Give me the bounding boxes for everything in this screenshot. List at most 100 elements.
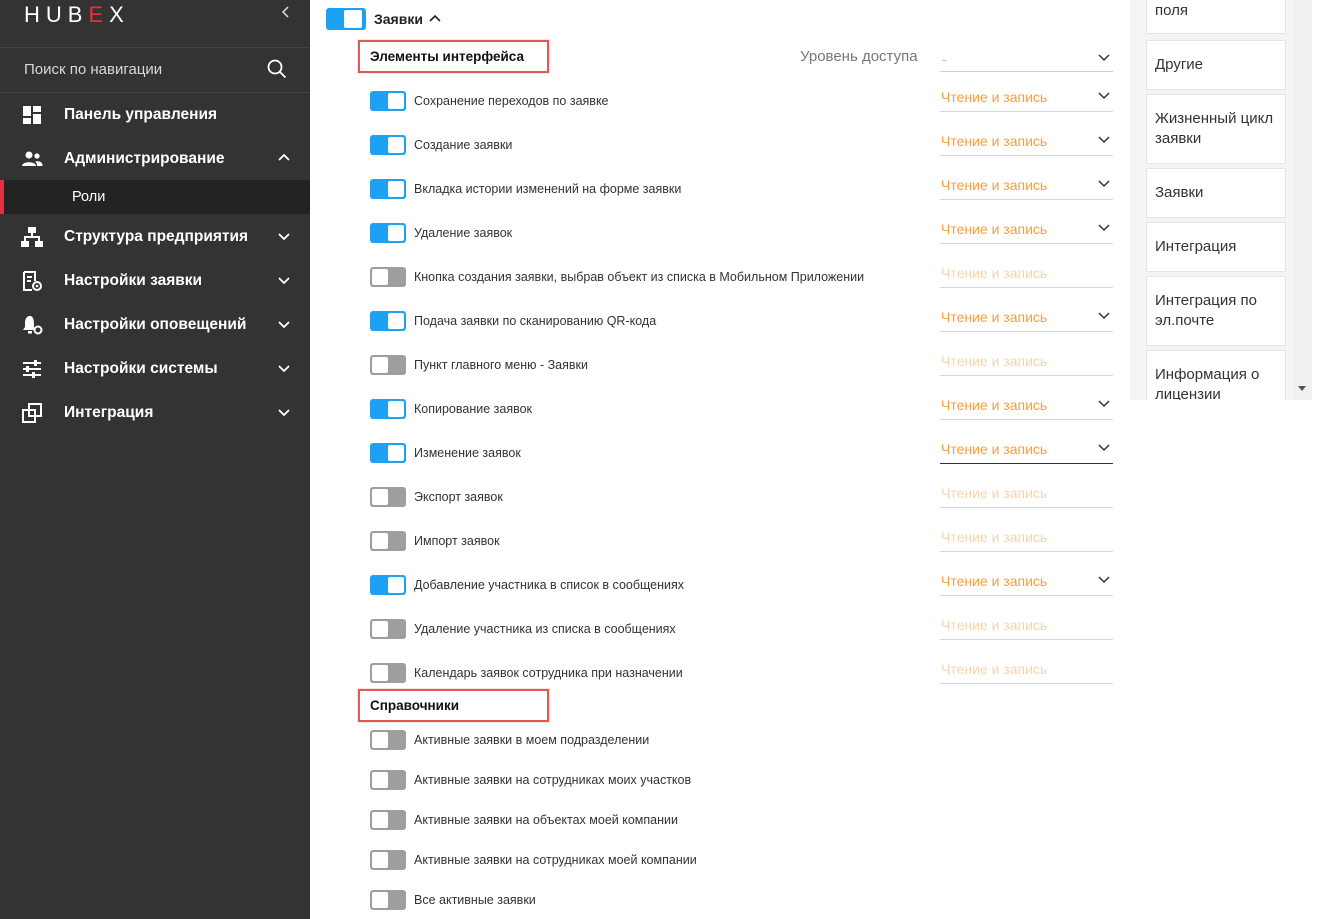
collapse-sidebar-button[interactable]: [280, 3, 292, 24]
system-settings-icon: [23, 360, 41, 378]
access-level-select[interactable]: Чтение и запись: [940, 566, 1113, 596]
nav-notification-settings[interactable]: Настройки оповещений: [0, 303, 310, 347]
access-level-all-select[interactable]: -: [940, 45, 1113, 72]
right-scrollbar[interactable]: [1294, 0, 1312, 400]
tab-email-integration[interactable]: Интеграция по эл.почте: [1146, 276, 1286, 346]
nav-label: Панель управления: [64, 106, 218, 123]
permission-toggle[interactable]: [370, 619, 406, 639]
reference-row: Активные заявки в моем подразделении: [310, 730, 1130, 770]
tab-license-info[interactable]: Информация о лицензии: [1146, 350, 1286, 400]
permission-label: Экспорт заявок: [414, 490, 503, 504]
permission-toggle[interactable]: [370, 487, 406, 507]
access-level-select: Чтение и запись: [940, 610, 1113, 640]
permission-toggle[interactable]: [370, 575, 406, 595]
nav-subitem-roles[interactable]: Роли: [0, 180, 310, 214]
permission-toggle[interactable]: [370, 531, 406, 551]
chevron-down-icon[interactable]: [276, 272, 292, 288]
nav-search[interactable]: Поиск по навигации: [0, 48, 310, 92]
tab-other[interactable]: Другие: [1146, 40, 1286, 90]
search-icon[interactable]: [266, 58, 288, 80]
toggle-knob: [372, 812, 388, 828]
access-level-select: Чтение и запись: [940, 478, 1113, 508]
access-level-value: Чтение и запись: [941, 133, 1048, 149]
permission-label: Сохранение переходов по заявке: [414, 94, 609, 108]
permission-toggle[interactable]: [370, 443, 406, 463]
reference-toggle[interactable]: [370, 770, 406, 790]
permission-toggle[interactable]: [370, 135, 406, 155]
toggle-knob: [372, 489, 388, 505]
org-structure-icon: [21, 227, 43, 247]
group-toggle-requests[interactable]: [326, 8, 366, 30]
toggle-knob: [388, 137, 404, 153]
tab-requests[interactable]: Заявки: [1146, 168, 1286, 218]
tab-label: Жизненный цикл заявки: [1155, 110, 1274, 147]
reference-label: Активные заявки в моем подразделении: [414, 733, 650, 747]
nav-integration[interactable]: Интеграция: [0, 391, 310, 435]
chevron-down-icon: [1098, 136, 1110, 144]
access-level-select[interactable]: Чтение и запись: [940, 390, 1113, 420]
access-level-select[interactable]: Чтение и запись: [940, 214, 1113, 244]
dashboard-icon: [23, 106, 41, 124]
access-level-select: Чтение и запись: [940, 258, 1113, 288]
chevron-down-icon[interactable]: [276, 228, 292, 244]
reference-row: Все активные заявки: [310, 890, 1130, 919]
access-level-select[interactable]: Чтение и запись: [940, 434, 1113, 464]
access-level-select[interactable]: Чтение и запись: [940, 82, 1113, 112]
permission-label: Удаление заявок: [414, 226, 513, 240]
reference-row: Активные заявки на сотрудниках моих учас…: [310, 770, 1130, 810]
tab-integration[interactable]: Интеграция: [1146, 222, 1286, 272]
chevron-down-icon: [1098, 576, 1110, 584]
nav-label: Администрирование: [64, 150, 225, 167]
nav-administration[interactable]: Администрирование: [0, 137, 310, 181]
access-level-select[interactable]: Чтение и запись: [940, 170, 1113, 200]
tab-label: поля: [1155, 2, 1189, 19]
chevron-down-icon: [1098, 444, 1110, 452]
chevron-up-icon[interactable]: [276, 150, 292, 166]
permission-toggle[interactable]: [370, 663, 406, 683]
nav-label: Настройки оповещений: [64, 316, 247, 333]
tab-label: Интеграция: [1155, 238, 1237, 255]
hubex-logo[interactable]: HUBEX: [24, 2, 130, 28]
toggle-knob: [372, 357, 388, 373]
nav-system-settings[interactable]: Настройки системы: [0, 347, 310, 391]
permission-toggle[interactable]: [370, 399, 406, 419]
chevron-up-icon[interactable]: [428, 12, 442, 26]
search-input[interactable]: Поиск по навигации: [24, 61, 162, 78]
access-level-value: Чтение и запись: [941, 221, 1048, 237]
access-level-select[interactable]: Чтение и запись: [940, 126, 1113, 156]
access-level-value: Чтение и запись: [941, 353, 1048, 369]
nav-org-structure[interactable]: Структура предприятия: [0, 215, 310, 259]
reference-toggle[interactable]: [370, 810, 406, 830]
select-value: -: [942, 51, 947, 67]
toggle-knob: [372, 665, 388, 681]
nav-request-settings[interactable]: Настройки заявки: [0, 259, 310, 303]
tab-label: Информация о лицензии: [1155, 366, 1260, 400]
nav-dashboard[interactable]: Панель управления: [0, 93, 310, 137]
chevron-down-icon[interactable]: [276, 360, 292, 376]
chevron-down-icon[interactable]: [276, 316, 292, 332]
permission-toggle[interactable]: [370, 311, 406, 331]
reference-toggle[interactable]: [370, 730, 406, 750]
toggle-knob: [372, 732, 388, 748]
access-level-select[interactable]: Чтение и запись: [940, 302, 1113, 332]
scroll-down-arrow-icon[interactable]: [1298, 386, 1306, 391]
permission-toggle[interactable]: [370, 267, 406, 287]
users-icon: [22, 151, 43, 166]
section-ui-elements: Элементы интерфейса: [358, 40, 549, 73]
permission-label: Подача заявки по сканированию QR-кода: [414, 314, 657, 328]
permission-toggle[interactable]: [370, 179, 406, 199]
tab-fields[interactable]: поля: [1146, 0, 1286, 34]
permission-label: Добавление участника в список в сообщени…: [414, 578, 685, 592]
permission-toggle[interactable]: [370, 91, 406, 111]
toggle-knob: [372, 269, 388, 285]
chevron-down-icon[interactable]: [276, 404, 292, 420]
tab-request-lifecycle[interactable]: Жизненный цикл заявки: [1146, 94, 1286, 164]
reference-toggle[interactable]: [370, 890, 406, 910]
section-title: Справочники: [370, 698, 460, 713]
permission-toggle[interactable]: [370, 355, 406, 375]
toggle-knob: [388, 313, 404, 329]
group-title[interactable]: Заявки: [374, 11, 423, 27]
reference-label: Активные заявки на объектах моей компани…: [414, 813, 678, 827]
permission-toggle[interactable]: [370, 223, 406, 243]
reference-toggle[interactable]: [370, 850, 406, 870]
